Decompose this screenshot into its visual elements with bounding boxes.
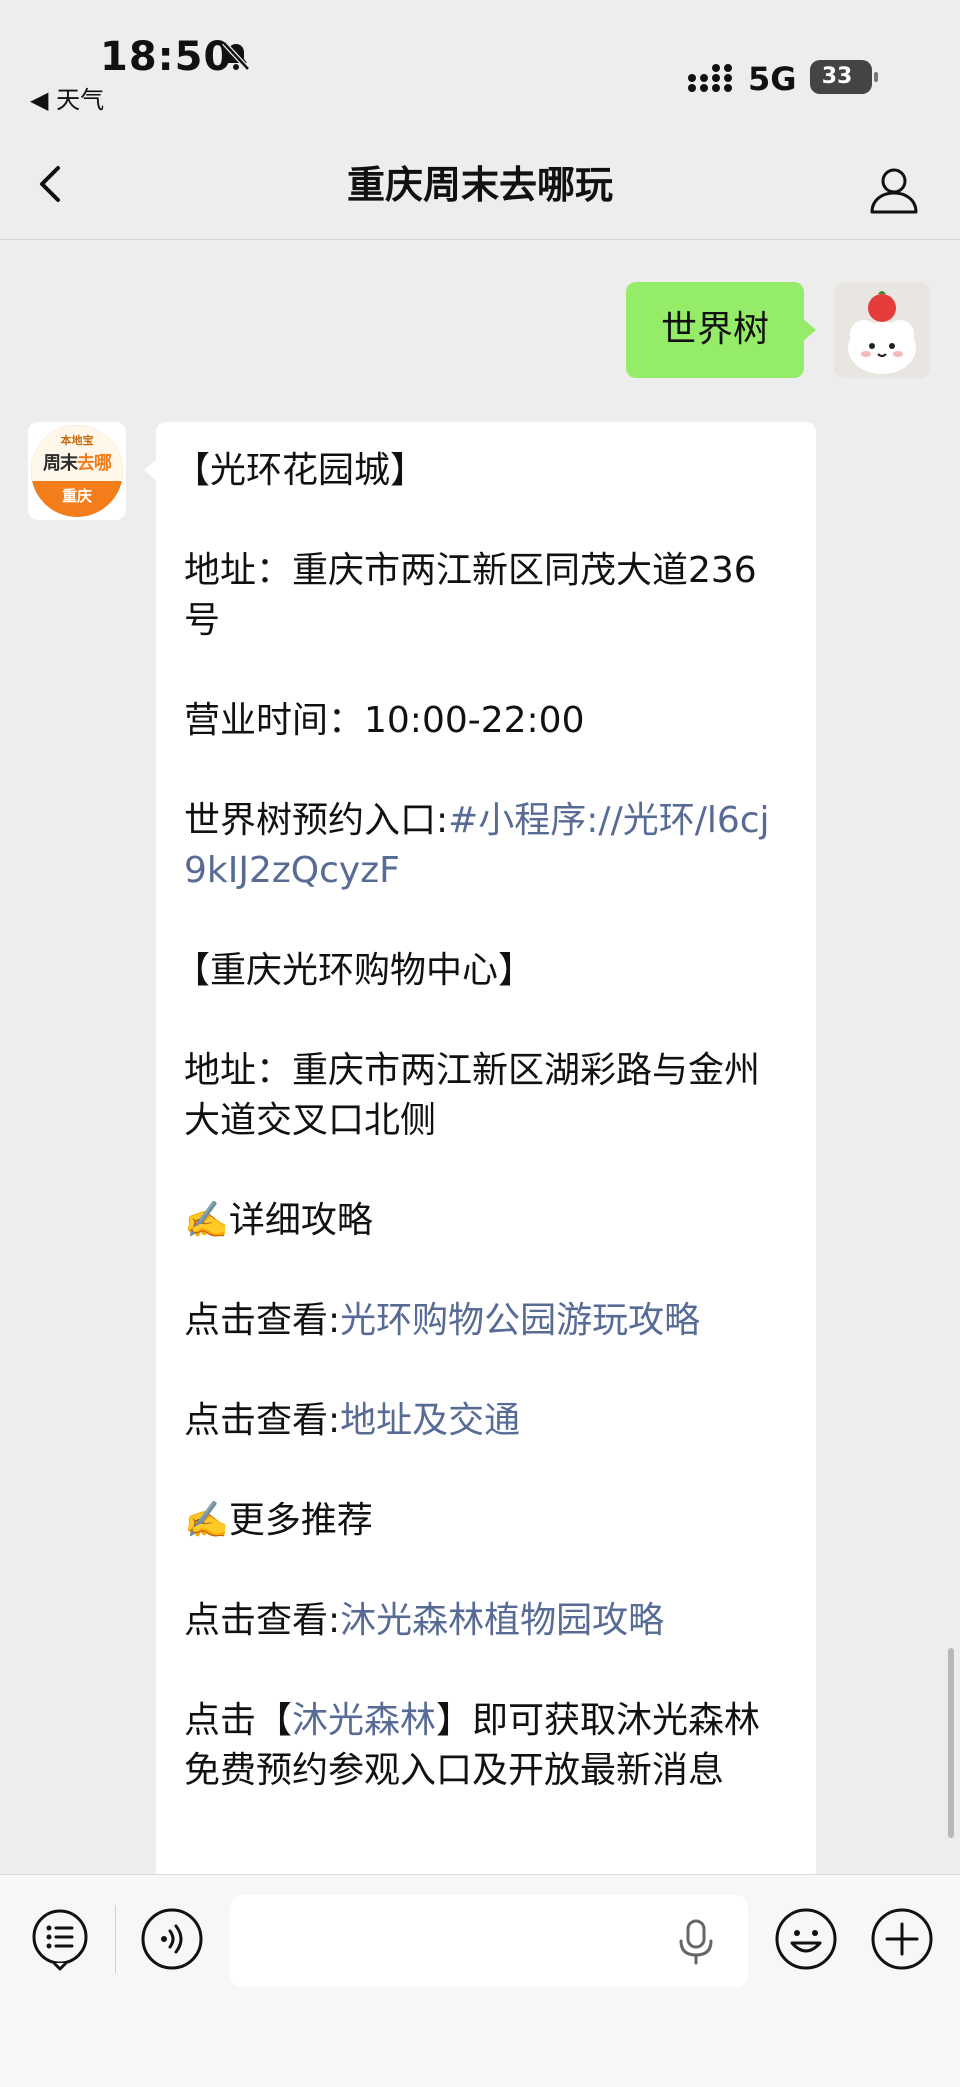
outgoing-message-bubble[interactable]: 世界树 (626, 282, 816, 378)
avatar-logo-city: 重庆 (61, 487, 92, 505)
guide-row: 点击查看:光环购物公园游玩攻略 (184, 1296, 788, 1346)
status-bar: 18:50 ◀ 天气 5G 33 (0, 0, 960, 120)
input-toolbar (0, 1874, 960, 2087)
avatar-logo: 本地宝 周末去哪 重庆 (31, 425, 123, 517)
profile-icon[interactable] (868, 164, 920, 216)
guide-heading: ✍️详细攻略 (184, 1200, 373, 1241)
status-time: 18:50 (100, 34, 233, 80)
opening-hours: 营业时间：10:00-22:00 (184, 700, 585, 741)
toolbar-divider (115, 1905, 116, 1973)
chat-header: 重庆周末去哪玩 (0, 120, 960, 240)
battery-indicator: 33 (810, 60, 878, 94)
message-input[interactable] (230, 1895, 748, 1987)
booking-label: 世界树预约入口: (184, 800, 449, 841)
cartoon-avatar-icon (834, 282, 930, 378)
plus-icon[interactable] (870, 1907, 934, 1971)
forest-keyword-link[interactable]: 沐光森林 (292, 1700, 436, 1741)
chat-title: 重庆周末去哪玩 (346, 163, 613, 207)
battery-level: 33 (821, 64, 853, 89)
signal-icon (688, 64, 732, 92)
menu-list-icon[interactable] (28, 1907, 92, 1971)
avatar-logo-main-b: 去哪 (77, 453, 112, 474)
address-2: 地址：重庆市两江新区湖彩路与金州大道交叉口北侧 (184, 1050, 761, 1141)
avatar-logo-sub: 本地宝 (60, 434, 94, 447)
back-arrow-icon[interactable] (34, 162, 70, 206)
click-label: 点击查看: (184, 1400, 341, 1441)
traffic-row: 点击查看:地址及交通 (184, 1396, 788, 1446)
battery-tip (874, 72, 878, 82)
network-type: 5G (748, 60, 797, 98)
incoming-message-bubble[interactable]: 【光环花园城】 地址：重庆市两江新区同茂大道236号 营业时间：10:00-22… (144, 422, 816, 1882)
guide-link[interactable]: 光环购物公园游玩攻略 (340, 1300, 700, 1341)
click-label: 点击查看: (184, 1600, 341, 1641)
forest-booking-row: 点击【沐光森林】即可获取沐光森林免费预约参观入口及开放最新消息 (184, 1696, 788, 1796)
booking-entry: 世界树预约入口:#小程序://光环/l6cj9kIJ2zQcyzF (184, 796, 788, 896)
venue-title-1: 【光环花园城】 (174, 450, 427, 491)
user-avatar[interactable] (834, 282, 930, 378)
microphone-icon[interactable] (676, 1919, 716, 1965)
avatar-logo-main-a: 周末 (43, 453, 78, 474)
more-heading: ✍️更多推荐 (184, 1500, 373, 1541)
avatar-logo-main: 周末去哪 (31, 449, 123, 475)
chat-scrollbar[interactable] (948, 1648, 954, 1838)
back-to-app-link[interactable]: ◀ 天气 (30, 80, 104, 115)
click-prefix: 点击【 (184, 1700, 293, 1741)
bell-muted-icon (222, 41, 250, 71)
emoji-icon[interactable] (774, 1907, 838, 1971)
traffic-link[interactable]: 地址及交通 (340, 1400, 520, 1441)
voice-input-icon[interactable] (140, 1907, 204, 1971)
forest-guide-link[interactable]: 沐光森林植物园攻略 (340, 1600, 664, 1641)
venue-title-2: 【重庆光环购物中心】 (174, 950, 535, 991)
official-account-avatar[interactable]: 本地宝 周末去哪 重庆 (28, 422, 126, 520)
address-1: 地址：重庆市两江新区同茂大道236号 (184, 550, 757, 641)
forest-guide-row: 点击查看:沐光森林植物园攻略 (184, 1596, 788, 1646)
click-label: 点击查看: (184, 1300, 341, 1341)
